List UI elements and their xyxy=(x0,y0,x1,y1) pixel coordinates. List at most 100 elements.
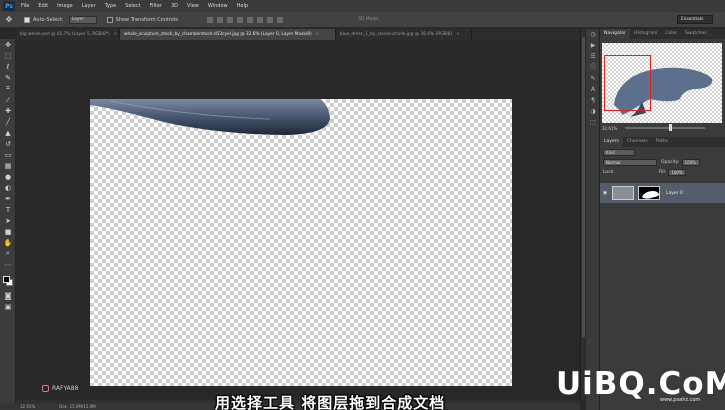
foreground-color[interactable] xyxy=(3,276,10,283)
auto-select-checkbox[interactable] xyxy=(24,16,30,23)
status-zoom[interactable]: 32.61% xyxy=(20,404,35,409)
tab-paths[interactable]: Paths xyxy=(652,137,672,147)
right-panels: Navigator Histogram Color Swatches 32.61… xyxy=(600,29,725,410)
menu-image[interactable]: Image xyxy=(57,3,73,9)
eye-icon[interactable]: ◉ xyxy=(600,190,610,196)
brush-tool-icon[interactable]: ╱ xyxy=(0,116,16,127)
history-brush-icon[interactable]: ↺ xyxy=(0,138,16,149)
tab-channels[interactable]: Channels xyxy=(623,137,652,147)
auto-select-dropdown[interactable]: Layer xyxy=(68,15,97,24)
document-tabs: big whale.psd @ 45.7% (Layer 5, RGB/8*) ×… xyxy=(16,29,580,40)
adjustments-icon[interactable]: ◑ xyxy=(586,106,600,117)
blend-mode-select[interactable]: Normal xyxy=(603,158,657,166)
tab-whale-sculpture[interactable]: whale_sculpture_stock_by_chamberstock-d5… xyxy=(120,29,336,40)
align-bottom-icon[interactable] xyxy=(226,16,233,23)
eraser-tool-icon[interactable]: ▭ xyxy=(0,149,16,160)
align-right-icon[interactable] xyxy=(256,16,263,23)
move-tool-icon[interactable]: ✥ xyxy=(4,15,14,25)
align-buttons xyxy=(206,16,287,23)
scroll-thumb[interactable] xyxy=(582,37,585,337)
path-select-icon[interactable]: ➤ xyxy=(0,215,16,226)
navigator-zoom-value[interactable]: 32.61% xyxy=(602,126,617,131)
lasso-tool-icon[interactable]: ℓ xyxy=(0,61,16,72)
distribute-h-icon[interactable] xyxy=(276,16,283,23)
move-tool-icon[interactable]: ✥ xyxy=(0,39,16,50)
navigator-view-box[interactable] xyxy=(604,55,651,111)
layer-mask-thumbnail[interactable] xyxy=(638,186,660,200)
layer-kind-filter[interactable]: Kind xyxy=(603,148,635,156)
whale-image xyxy=(90,99,330,135)
align-center-icon[interactable] xyxy=(246,16,253,23)
menu-type[interactable]: Type xyxy=(105,3,116,9)
more-tools-icon[interactable]: ⋯ xyxy=(0,259,16,270)
color-swatches[interactable] xyxy=(0,274,16,290)
menu-help[interactable]: Help xyxy=(237,3,248,9)
styles-icon[interactable]: ⬚ xyxy=(586,117,600,128)
stamp-tool-icon[interactable]: ▲ xyxy=(0,127,16,138)
marquee-tool-icon[interactable]: ⬚ xyxy=(0,50,16,61)
crop-tool-icon[interactable]: ⌗ xyxy=(0,83,16,94)
navigator-preview[interactable] xyxy=(602,43,722,123)
menu-select[interactable]: Select xyxy=(125,3,140,9)
tab-color[interactable]: Color xyxy=(661,29,681,39)
layer-row[interactable]: ◉ Layer 0 xyxy=(600,183,725,203)
align-middle-icon[interactable] xyxy=(216,16,223,23)
workspace-switcher[interactable]: Essentials xyxy=(677,15,713,24)
align-left-icon[interactable] xyxy=(236,16,243,23)
tab-big-whale[interactable]: big whale.psd @ 45.7% (Layer 5, RGB/8*) × xyxy=(16,29,120,40)
layers-tabs: Layers Channels Paths xyxy=(600,137,725,147)
collapsed-panels: ◷ ▶ ☰ ⓘ ✎ A ¶ ◑ ⬚ xyxy=(586,29,600,410)
close-icon[interactable]: × xyxy=(456,32,460,37)
dodge-tool-icon[interactable]: ◐ xyxy=(0,182,16,193)
brush-presets-icon[interactable]: ✎ xyxy=(586,73,600,84)
layer-name[interactable]: Layer 0 xyxy=(666,191,683,196)
shape-tool-icon[interactable]: ■ xyxy=(0,226,16,237)
quick-select-tool-icon[interactable]: ✎ xyxy=(0,72,16,83)
fill-input[interactable]: 100% xyxy=(668,168,687,176)
tab-histogram[interactable]: Histogram xyxy=(630,29,661,39)
type-tool-icon[interactable]: T xyxy=(0,204,16,215)
zoom-tool-icon[interactable]: ⌕ xyxy=(0,248,16,259)
pen-tool-icon[interactable]: ✒ xyxy=(0,193,16,204)
menu-layer[interactable]: Layer xyxy=(82,3,96,9)
healing-tool-icon[interactable]: ✚ xyxy=(0,105,16,116)
navigator-zoom-slider[interactable] xyxy=(625,124,706,131)
history-icon[interactable]: ◷ xyxy=(586,29,600,40)
menu-file[interactable]: File xyxy=(21,3,29,9)
tab-blue-dress[interactable]: blue_dress_1_by_stocknicholle.jpg @ 36.6… xyxy=(336,29,472,40)
menu-view[interactable]: View xyxy=(187,3,199,9)
close-icon[interactable]: × xyxy=(316,32,320,37)
tab-navigator[interactable]: Navigator xyxy=(600,29,631,39)
menu-filter[interactable]: Filter xyxy=(150,3,162,9)
menu-window[interactable]: Window xyxy=(208,3,228,9)
character-icon[interactable]: A xyxy=(586,84,600,95)
tab-label: big whale.psd @ 45.7% (Layer 5, RGB/8*) xyxy=(20,32,110,37)
show-transform-checkbox[interactable] xyxy=(106,16,113,23)
properties-icon[interactable]: ☰ xyxy=(586,51,600,62)
align-top-icon[interactable] xyxy=(206,16,213,23)
instagram-icon xyxy=(42,385,49,392)
screen-mode-icon[interactable]: ▣ xyxy=(0,301,16,312)
hand-tool-icon[interactable]: ✋ xyxy=(0,237,16,248)
menu-3d[interactable]: 3D xyxy=(171,3,178,9)
close-icon[interactable]: × xyxy=(114,32,118,37)
opacity-input[interactable]: 100% xyxy=(681,158,700,166)
blur-tool-icon[interactable]: ● xyxy=(0,171,16,182)
vertical-scrollbar[interactable] xyxy=(580,29,585,400)
tab-layers[interactable]: Layers xyxy=(600,137,623,147)
menu-edit[interactable]: Edit xyxy=(38,3,48,9)
tools-panel: ✥ ⬚ ℓ ✎ ⌗ ⁄ ✚ ╱ ▲ ↺ ▭ ▦ ● ◐ ✒ T ➤ ■ ✋ ⌕ … xyxy=(0,39,16,410)
layer-filter-row: Kind xyxy=(600,147,725,157)
navigator-tabs: Navigator Histogram Color Swatches xyxy=(600,29,725,39)
info-icon[interactable]: ⓘ xyxy=(586,62,600,73)
gradient-tool-icon[interactable]: ▦ xyxy=(0,160,16,171)
actions-icon[interactable]: ▶ xyxy=(586,40,600,51)
quick-mask-icon[interactable]: ◙ xyxy=(0,290,16,301)
blend-row: Normal Opacity: 100% xyxy=(600,157,725,167)
slider-thumb[interactable] xyxy=(669,124,673,131)
eyedropper-tool-icon[interactable]: ⁄ xyxy=(0,94,16,105)
tab-swatches[interactable]: Swatches xyxy=(681,29,711,39)
paragraph-icon[interactable]: ¶ xyxy=(586,95,600,106)
distribute-icon[interactable] xyxy=(266,16,273,23)
document-canvas[interactable] xyxy=(90,99,512,386)
